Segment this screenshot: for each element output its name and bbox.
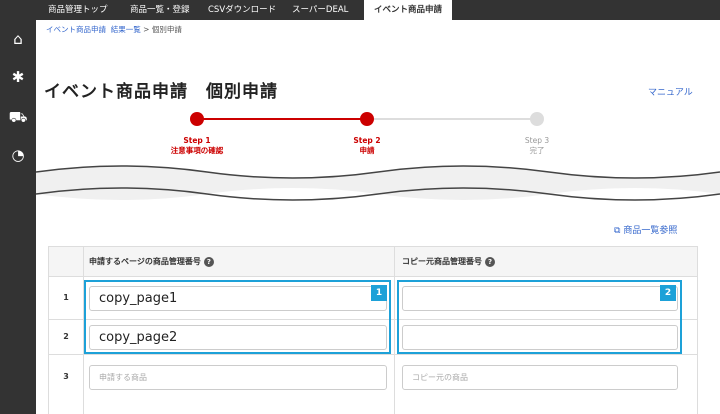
manual-link[interactable]: マニュアル [648,85,693,98]
gear-icon[interactable]: ✱ [0,68,36,86]
product-list-link[interactable]: ⧉ 商品一覧参照 [614,223,677,236]
highlight-box-2 [397,280,682,354]
page-id-input-3[interactable]: 申請する商品 [89,365,387,390]
step-2-dot [360,112,374,126]
tab-product-top[interactable]: 商品管理トップ [48,0,108,20]
left-sidebar: ⌂ ✱ ⛟ ◔ [0,0,36,414]
home-icon[interactable]: ⌂ [0,30,36,48]
tab-event-application[interactable]: イベント商品申請 [364,0,452,20]
cart-icon[interactable]: ⛟ [0,108,36,128]
breadcrumb-event-application[interactable]: イベント商品申請 [46,25,106,34]
external-link-icon: ⧉ [614,226,621,236]
breadcrumb: イベント商品申請 結果一覧 > 個別申請 [46,24,182,35]
chart-icon[interactable]: ◔ [0,146,36,164]
breadcrumb-separator: > [143,25,150,34]
wave-divider [36,165,720,201]
step-3-dot [530,112,544,126]
step-line-done [197,118,367,120]
step-3-label: Step 3 完了 [524,136,550,155]
help-icon[interactable]: ? [485,256,495,267]
step-line-pending [367,118,537,120]
copy-id-input-3[interactable]: コピー元の商品 [402,365,678,390]
step-1-dot [190,112,204,126]
highlight-box-1 [84,280,391,354]
breadcrumb-current: 個別申請 [151,25,182,34]
top-nav: 商品管理トップ 商品一覧・登録 CSVダウンロード スーパーDEAL イベント商… [36,0,720,20]
help-icon[interactable]: ? [203,256,214,267]
col-header-page-id: 申請するページの商品管理番号? [89,256,214,267]
tab-product-list[interactable]: 商品一覧・登録 [130,0,190,20]
step-1-label: Step 1 注意事項の確認 [170,136,224,155]
breadcrumb-result-list[interactable]: 結果一覧 [111,25,141,34]
row-number: 2 [63,332,69,341]
col-header-copy-id: コピー元商品管理番号? [402,256,495,267]
page-title: イベント商品申請 個別申請 [44,82,278,102]
row-number: 3 [63,372,69,381]
step-2-label: Step 2 申請 [353,136,381,155]
annotation-badge-2: 2 [660,285,676,301]
annotation-badge-1: 1 [371,285,387,301]
tab-csv-download[interactable]: CSVダウンロード [208,0,276,20]
tab-super-deal[interactable]: スーパーDEAL [292,0,348,20]
row-number: 1 [63,293,69,302]
